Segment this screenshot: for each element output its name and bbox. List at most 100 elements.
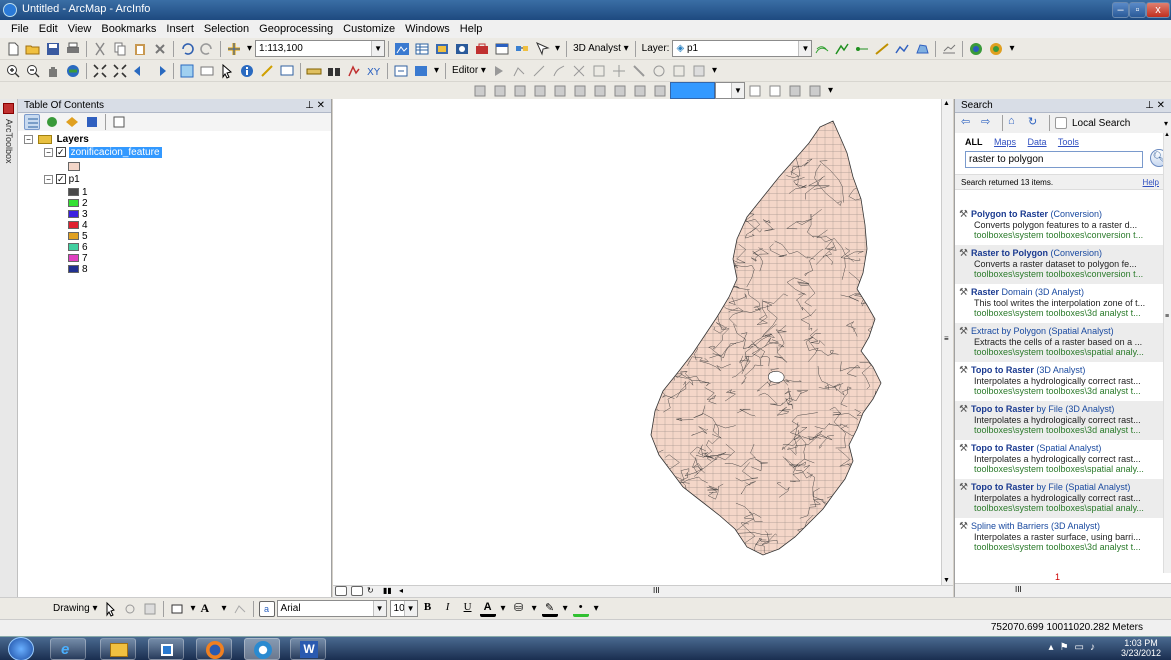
georef-tool-4-icon[interactable] xyxy=(532,83,548,99)
search-window-icon[interactable] xyxy=(454,41,470,57)
taskbar-firefox[interactable] xyxy=(196,638,232,660)
profile-graph-icon[interactable] xyxy=(941,41,957,57)
p1-class-swatch[interactable] xyxy=(68,232,79,241)
search-result-item[interactable]: ⚒ Topo to Raster by File (Spatial Analyst… xyxy=(955,479,1165,518)
create-features-icon[interactable] xyxy=(671,63,687,79)
drawing-menu[interactable]: Drawing ▾ xyxy=(53,603,97,614)
attributes-icon[interactable] xyxy=(631,63,647,79)
taskbar-media[interactable] xyxy=(148,638,184,660)
sketch-properties-icon[interactable] xyxy=(651,63,667,79)
search-results-scrollbar[interactable]: ▲ ≡ xyxy=(1163,132,1171,573)
layout-tool-1-icon[interactable] xyxy=(787,83,803,99)
filter-tools[interactable]: Tools xyxy=(1058,137,1079,147)
search-result-title[interactable]: ⚒ Topo to Raster by File (Spatial Analyst… xyxy=(959,482,1165,493)
search-home-icon[interactable]: ⌂ xyxy=(1008,115,1024,131)
list-by-source-icon[interactable] xyxy=(44,114,60,130)
map-vertical-scrollbar[interactable]: ▲ ≡ ▼ xyxy=(941,99,953,585)
georef-tool-8-icon[interactable] xyxy=(612,83,628,99)
pause-drawing-button[interactable]: ▮▮ xyxy=(383,586,395,596)
select-elements-icon[interactable] xyxy=(219,63,235,79)
p1-visibility-checkbox[interactable]: ✓ xyxy=(55,174,66,185)
editor-toolbar-icon[interactable] xyxy=(394,41,410,57)
p1-layer-label[interactable]: p1 xyxy=(69,174,80,185)
add-data-icon[interactable] xyxy=(226,41,242,57)
italic-icon[interactable]: I xyxy=(440,601,456,617)
search-result-title[interactable]: ⚒ Topo to Raster by File (3D Analyst) xyxy=(959,404,1165,415)
identify-icon[interactable] xyxy=(239,63,255,79)
zoom-whole-page-icon[interactable] xyxy=(142,601,158,617)
select-elements-icon[interactable] xyxy=(102,601,118,617)
georef-tool-2-icon[interactable] xyxy=(492,83,508,99)
search-result-title[interactable]: ⚒ Extract by Polygon (Spatial Analyst) xyxy=(959,326,1165,337)
search-result-title[interactable]: ⚒ Raster Domain (3D Analyst) xyxy=(959,287,1165,298)
interpolate-point-icon[interactable] xyxy=(874,41,890,57)
edit-vertices-icon[interactable] xyxy=(511,63,527,79)
toc-layer-p1[interactable]: − ✓ p1 xyxy=(44,173,80,186)
filter-data[interactable]: Data xyxy=(1028,137,1047,147)
list-by-selection-icon[interactable] xyxy=(84,114,100,130)
collapse-layers-icon[interactable]: − xyxy=(24,134,33,144)
filter-all[interactable]: ALL xyxy=(965,137,983,147)
find-icon[interactable] xyxy=(326,63,342,79)
zoom-in-icon[interactable] xyxy=(5,63,21,79)
toc-pin-close[interactable]: ⊥ ✕ xyxy=(305,99,325,113)
layout-view-button[interactable] xyxy=(351,586,363,596)
steepest-path-icon[interactable] xyxy=(834,41,850,57)
collapse-zonificacion-icon[interactable]: − xyxy=(44,147,53,157)
text-tool-icon[interactable]: A xyxy=(201,601,217,617)
search-back-icon[interactable]: ⇦ xyxy=(961,115,977,131)
list-by-drawing-order-icon[interactable] xyxy=(24,114,40,130)
editor-menu[interactable]: Editor ▾ xyxy=(452,65,486,76)
menu-insert[interactable]: Insert xyxy=(161,23,199,35)
copy-icon[interactable] xyxy=(112,41,128,57)
fixed-zoom-out-icon[interactable] xyxy=(112,63,128,79)
line-of-sight-icon[interactable] xyxy=(854,41,870,57)
swipe-icon[interactable] xyxy=(632,83,648,99)
open-folder-icon[interactable] xyxy=(25,41,41,57)
whats-this-icon[interactable] xyxy=(534,41,550,57)
rotate-tool-icon[interactable] xyxy=(611,63,627,79)
action-center-flag-icon[interactable]: ⚑ xyxy=(1060,642,1075,653)
taskbar-explorer[interactable] xyxy=(100,638,136,660)
paste-icon[interactable] xyxy=(132,41,148,57)
table-icon[interactable] xyxy=(414,41,430,57)
menu-edit[interactable]: Edit xyxy=(34,23,63,35)
p1-class-swatch[interactable] xyxy=(68,254,79,263)
network-icon[interactable]: ▭ xyxy=(1075,642,1090,653)
save-icon[interactable] xyxy=(45,41,61,57)
straight-segment-icon[interactable] xyxy=(531,63,547,79)
menu-help[interactable]: Help xyxy=(455,23,488,35)
effects-layer-combo[interactable] xyxy=(670,82,715,99)
map-view[interactable] xyxy=(333,99,941,585)
layers-group-row[interactable]: − Layers xyxy=(24,133,89,146)
p1-class-row[interactable]: 8 xyxy=(68,263,88,276)
print-icon[interactable] xyxy=(65,41,81,57)
undo-icon[interactable] xyxy=(179,41,195,57)
menu-bookmarks[interactable]: Bookmarks xyxy=(96,23,161,35)
data-view-icon[interactable] xyxy=(767,83,783,99)
close-button[interactable]: x xyxy=(1146,2,1170,18)
page-layout-icon[interactable] xyxy=(747,83,763,99)
search-forward-icon[interactable]: ⇨ xyxy=(981,115,997,131)
zoom-out-icon[interactable] xyxy=(25,63,41,79)
editor-window-icon[interactable] xyxy=(691,63,707,79)
model-builder-icon[interactable] xyxy=(514,41,530,57)
marker-color-icon[interactable]: • xyxy=(572,601,589,617)
zonificacion-layer-label[interactable]: zonificacion_feature xyxy=(68,147,162,158)
trace-icon[interactable] xyxy=(551,63,567,79)
arctoolbox-tab-icon[interactable] xyxy=(3,103,14,114)
search-result-title[interactable]: ⚒ Topo to Raster (Spatial Analyst) xyxy=(959,443,1165,454)
p1-class-swatch[interactable] xyxy=(68,243,79,252)
search-result-title[interactable]: ⚒ Spline with Barriers (3D Analyst) xyxy=(959,521,1165,532)
search-pin-close[interactable]: ⊥ ✕ xyxy=(1145,99,1165,113)
georef-tool-7-icon[interactable] xyxy=(592,83,608,99)
font-combo[interactable]: Arial ▼ xyxy=(276,600,387,617)
catalog-icon[interactable] xyxy=(434,41,450,57)
watershed-polygon-map[interactable] xyxy=(333,99,941,585)
search-result-title[interactable]: ⚒ Topo to Raster (3D Analyst) xyxy=(959,365,1165,376)
menu-windows[interactable]: Windows xyxy=(400,23,455,35)
cut-polygons-icon[interactable] xyxy=(571,63,587,79)
arctoolbox-icon[interactable] xyxy=(474,41,490,57)
volume-icon[interactable]: ♪ xyxy=(1090,642,1101,653)
pan-hand-icon[interactable] xyxy=(45,63,61,79)
